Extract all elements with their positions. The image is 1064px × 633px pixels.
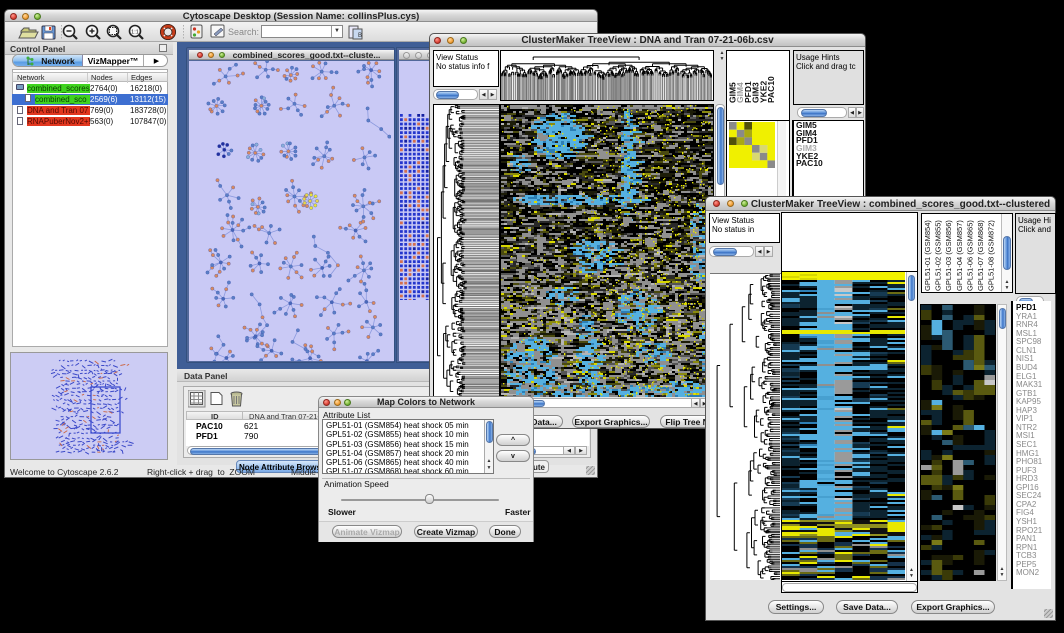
svg-text:GPL51-08 (GSM872): GPL51-08 (GSM872)	[987, 220, 996, 291]
svg-text:GPL51-06 (GSM865): GPL51-06 (GSM865)	[965, 220, 974, 291]
svg-text:GPL51-07 (GSM868): GPL51-07 (GSM868)	[976, 220, 985, 291]
svg-text:B: B	[358, 33, 362, 39]
svg-text:1:1: 1:1	[131, 30, 139, 36]
svg-text:GPL51-02 (GSM855): GPL51-02 (GSM855)	[934, 220, 943, 291]
svg-text:PAC10: PAC10	[766, 76, 776, 103]
svg-text:GPL51-01 (GSM854): GPL51-01 (GSM854)	[923, 220, 932, 291]
svg-text:GPL51-03 (GSM856): GPL51-03 (GSM856)	[944, 220, 953, 291]
svg-text:GPL51-04 (GSM857): GPL51-04 (GSM857)	[955, 220, 964, 291]
